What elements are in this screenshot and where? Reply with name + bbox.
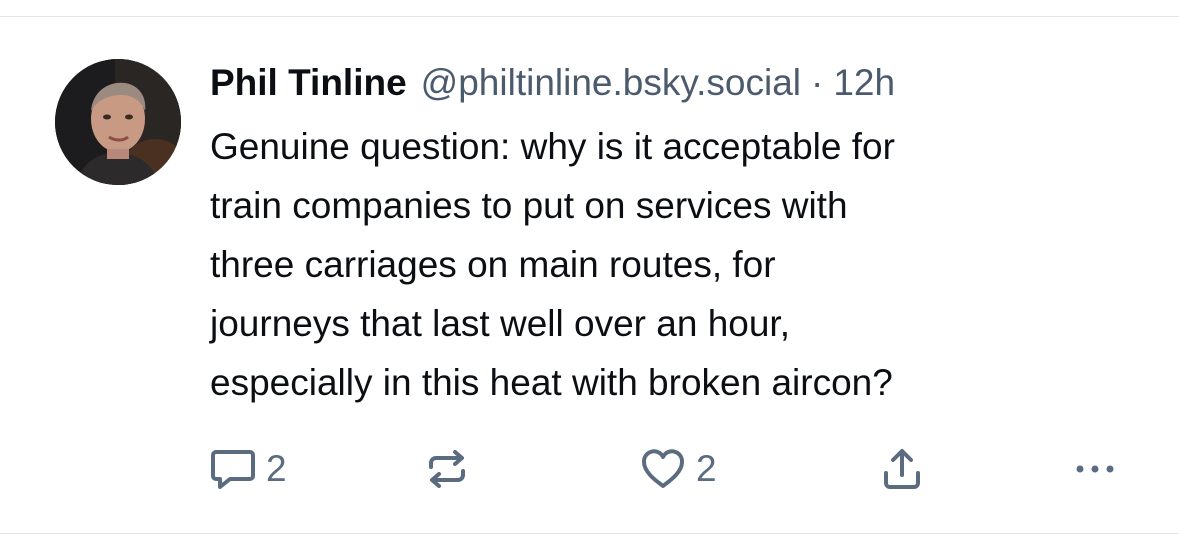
post-text-line: three carriages on main routes, for <box>210 244 776 285</box>
reply-count: 2 <box>266 448 287 489</box>
repost-button[interactable] <box>425 445 469 493</box>
like-button[interactable]: 2 <box>640 445 717 493</box>
share-button[interactable] <box>880 445 924 493</box>
post-text-line: journeys that last well over an hour, <box>210 303 790 344</box>
speech-bubble-icon <box>211 450 255 489</box>
repost-icon <box>429 450 465 488</box>
avatar-photo <box>55 59 181 185</box>
post-text-line: Genuine question: why is it acceptable f… <box>210 126 895 167</box>
heart-icon <box>642 449 684 488</box>
post[interactable]: Phil Tinline @philtinline.bsky.social · … <box>0 17 1179 533</box>
like-count: 2 <box>696 448 717 489</box>
ellipsis-icon <box>1076 465 1114 473</box>
post-text: Genuine question: why is it acceptable f… <box>210 117 1130 412</box>
reply-button[interactable]: 2 <box>210 445 287 493</box>
post-actions: 2 2 <box>210 445 1130 493</box>
post-text-line: train companies to put on services with <box>210 185 848 226</box>
post-timestamp[interactable]: 12h <box>833 57 895 109</box>
post-content: Phil Tinline @philtinline.bsky.social · … <box>210 57 1150 412</box>
more-options-button[interactable] <box>1070 445 1120 493</box>
post-header: Phil Tinline @philtinline.bsky.social · … <box>210 57 1150 109</box>
avatar[interactable] <box>55 59 181 185</box>
post-text-line: especially in this heat with broken airc… <box>210 362 893 403</box>
header-separator: · <box>811 62 824 103</box>
bottom-divider <box>0 533 1179 534</box>
author-display-name[interactable]: Phil Tinline <box>210 57 407 109</box>
share-icon <box>884 449 920 489</box>
author-handle[interactable]: @philtinline.bsky.social <box>421 57 801 109</box>
